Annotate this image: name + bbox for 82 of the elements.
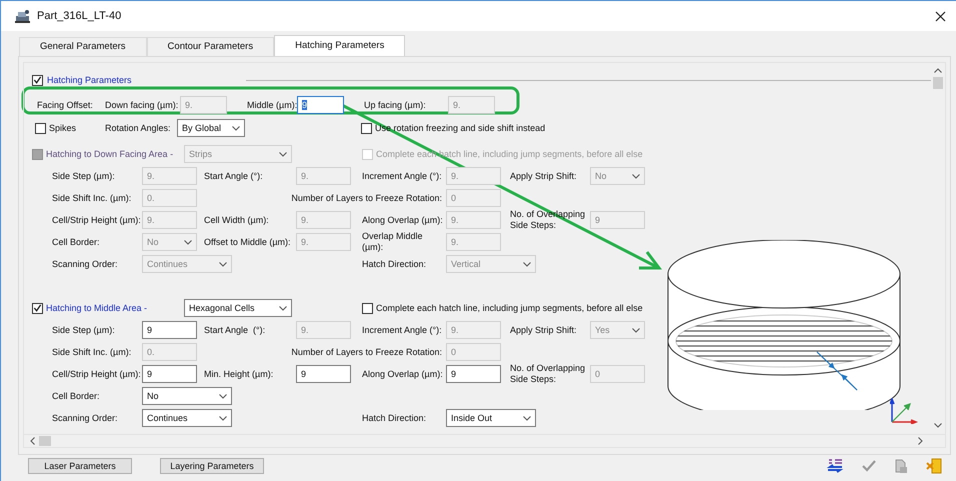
button[interactable]: Layering Parameters: [160, 458, 264, 474]
caret-icon: [279, 306, 287, 310]
field-label: Side Step (µm):: [52, 170, 115, 182]
caret-icon: [219, 262, 227, 266]
check-icon[interactable]: [862, 460, 876, 472]
dropdown[interactable]: Continues: [142, 409, 232, 427]
field-label: Offset to Middle (µm):: [204, 236, 291, 248]
field-label: Side Shift Inc. (µm):: [52, 346, 132, 358]
field-label: Side Step (µm):: [52, 324, 115, 336]
number-field[interactable]: 9: [297, 96, 344, 114]
field-label: Overlap Middle (µm):: [362, 231, 424, 253]
checkbox[interactable]: [361, 122, 372, 134]
caret-icon: [279, 152, 287, 156]
caret-icon: [523, 262, 531, 266]
close-icon[interactable]: [935, 10, 946, 22]
field-label: Start Angle (°):: [204, 324, 266, 336]
scroll-down-icon[interactable]: [934, 423, 942, 428]
scrollbar-thumb[interactable]: [933, 77, 943, 89]
button[interactable]: Laser Parameters: [28, 458, 132, 474]
field-label: Cell/Strip Height (µm):: [52, 214, 141, 226]
field-label: Increment Angle (°):: [362, 170, 442, 182]
tab[interactable]: Hatching Parameters: [274, 35, 406, 56]
field-label: Along Overlap (µm):: [362, 368, 443, 380]
field-label: Rotation Angles:: [105, 123, 172, 133]
number-field[interactable]: 9: [296, 365, 351, 383]
field-label: Side Shift Inc. (µm):: [52, 192, 132, 204]
field-label: Min. Height (µm):: [204, 368, 274, 380]
field-label: Cell/Strip Height (µm):: [52, 368, 141, 380]
field-label: Cell Width (µm):: [204, 214, 269, 226]
field-label: Facing Offset:: [37, 100, 94, 110]
caret-icon: [632, 174, 640, 178]
dropdown[interactable]: Inside Out: [446, 409, 536, 427]
number-field[interactable]: 9: [142, 365, 197, 383]
scrollbar-thumb[interactable]: [39, 436, 51, 446]
tab[interactable]: General Parameters: [19, 37, 147, 56]
field-label: Cell Border:: [52, 390, 100, 402]
field-label: Increment Angle (°):: [362, 324, 442, 336]
checkbox-label: Spikes: [49, 123, 76, 133]
section-label: Hatching Parameters: [47, 75, 132, 85]
section-label: Hatching to Middle Area -: [46, 303, 148, 313]
app-icon: [15, 9, 31, 23]
exit-icon[interactable]: [926, 458, 942, 474]
field-label: Scanning Order:: [52, 258, 118, 270]
scroll-right-icon[interactable]: [918, 437, 923, 445]
window-title: Part_316L_LT-40: [37, 10, 122, 22]
checkbox[interactable]: [32, 302, 43, 314]
caret-icon: [523, 416, 531, 420]
field-label: Middle (µm):: [247, 100, 297, 110]
caret-icon: [184, 240, 192, 244]
scroll-up-icon[interactable]: [934, 68, 942, 73]
section-label: Hatching to Down Facing Area -: [46, 149, 174, 159]
checkbox[interactable]: [362, 302, 373, 314]
tab[interactable]: Contour Parameters: [146, 37, 274, 56]
field-label: Number of Layers to Freeze Rotation:: [291, 346, 442, 358]
field-label: Apply Strip Shift:: [510, 170, 577, 182]
dropdown[interactable]: Hexagonal Cells: [184, 299, 292, 317]
checkbox[interactable]: [35, 122, 46, 134]
arrows-icon[interactable]: [826, 459, 844, 473]
field-label: No. of Overlapping Side Steps:: [510, 363, 586, 385]
field-label: Hatch Direction:: [362, 258, 426, 270]
caret-icon: [219, 416, 227, 420]
field-label: Start Angle (°):: [204, 170, 263, 182]
dropdown[interactable]: By Global: [177, 119, 245, 137]
field-label: Cell Border:: [52, 236, 100, 248]
field-label: Apply Strip Shift:: [510, 324, 577, 336]
field-label: Down facing (µm):: [105, 100, 180, 110]
dropdown[interactable]: No: [142, 387, 232, 405]
axes-icon: [890, 398, 918, 424]
field-label: Hatch Direction:: [362, 412, 426, 424]
checkbox-label: Complete each hatch line, including jump segments, before all else: [376, 303, 643, 313]
number-field[interactable]: 9: [446, 365, 501, 383]
field-label: Up facing (µm):: [364, 100, 427, 110]
caret-icon: [632, 328, 640, 332]
checkbox-label: Complete each hatch line, including jump segments, before all else: [376, 149, 643, 159]
field-label: Along Overlap (µm):: [362, 214, 443, 226]
field-label: Number of Layers to Freeze Rotation:: [291, 192, 442, 204]
caret-icon: [219, 394, 227, 398]
caret-icon: [232, 126, 240, 130]
checkbox[interactable]: [32, 74, 43, 86]
number-field[interactable]: 9: [142, 321, 197, 339]
field-label: Scanning Order:: [52, 412, 118, 424]
scroll-left-icon[interactable]: [30, 437, 35, 445]
